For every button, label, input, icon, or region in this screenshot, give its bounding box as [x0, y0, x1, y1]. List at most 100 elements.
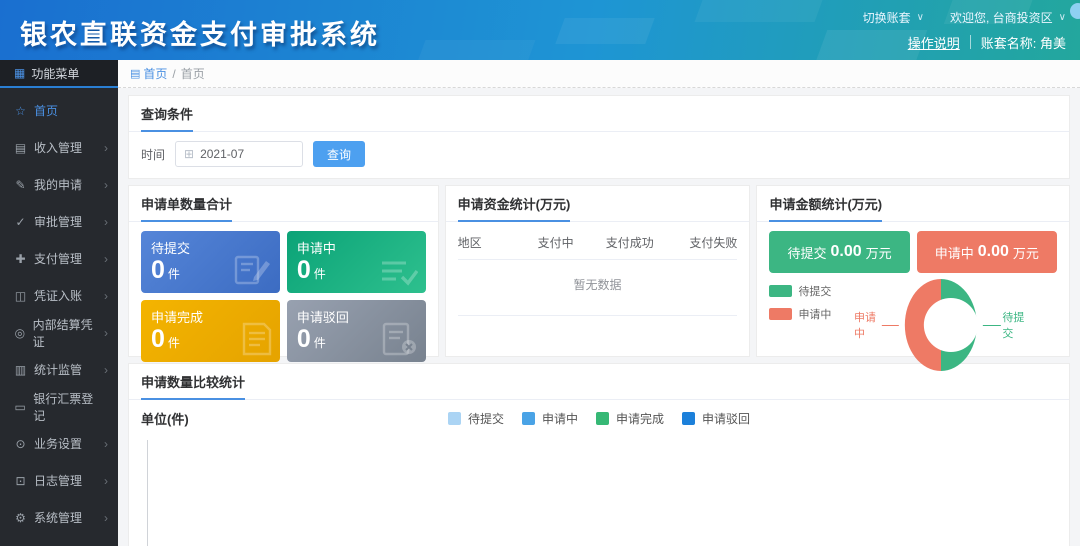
sidebar-item-label: 系统管理 — [34, 509, 82, 526]
sidebar-item-internal-settlement[interactable]: ◎ 内部结算凭证 › — [0, 314, 118, 351]
check-icon: ✓ — [14, 215, 27, 229]
header-decoration — [555, 18, 654, 44]
search-button[interactable]: 查询 — [313, 141, 365, 167]
sidebar: ▦ 功能菜单 ☆ 首页 ▤ 收入管理 › ✎ 我的申请 › ✓ 审批管理 › ✚… — [0, 60, 118, 546]
callout-label: 待提交 — [1002, 309, 1028, 341]
sidebar-item-statistics[interactable]: ▥ 统计监管 › — [0, 351, 118, 388]
chevron-down-icon[interactable]: ∨ — [1059, 12, 1066, 23]
stat-card-label: 申请中 — [297, 238, 416, 257]
sidebar-item-label: 收入管理 — [34, 139, 82, 156]
breadcrumb-home-link[interactable]: ▤ 首页 — [130, 65, 167, 82]
badge-label: 申请中 — [935, 243, 974, 262]
legend-swatch-blue — [522, 412, 535, 425]
doc-edit-icon — [234, 253, 272, 287]
floating-widget-button[interactable] — [1070, 3, 1080, 19]
summary-panel-title: 申请单数量合计 — [141, 194, 232, 222]
query-panel: 查询条件 时间 ⊞ 2021-07 查询 — [128, 95, 1070, 179]
chevron-right-icon: › — [104, 141, 108, 155]
star-icon: ☆ — [14, 104, 27, 118]
legend-item-completed[interactable]: 申请完成 — [596, 410, 664, 427]
briefcase-icon: ◫ — [14, 289, 27, 303]
header-user-area: 切换账套 ∨ 欢迎您, 台商投资区 ∨ 操作说明 账套名称: 角美 — [863, 6, 1066, 54]
query-panel-title: 查询条件 — [141, 104, 193, 132]
stat-card-value: 0 — [297, 256, 311, 284]
funds-panel-title: 申请资金统计(万元) — [458, 194, 571, 222]
donut-callout-in-progress: 申请中 — [854, 309, 899, 341]
legend-swatch-red — [769, 308, 792, 320]
breadcrumb-current-label: 首页 — [181, 65, 205, 82]
edit-square-icon: ⊡ — [14, 474, 27, 488]
legend-item-pending[interactable]: 待提交 — [769, 283, 831, 299]
list-check-icon — [380, 257, 418, 287]
stat-card-unit: 件 — [168, 267, 180, 281]
sidebar-item-label: 内部结算凭证 — [33, 316, 97, 350]
sidebar-item-income[interactable]: ▤ 收入管理 › — [0, 129, 118, 166]
sidebar-item-home[interactable]: ☆ 首页 — [0, 92, 118, 129]
plus-icon: ✚ — [14, 252, 27, 266]
stat-card-pending-submit[interactable]: 待提交 0件 — [141, 231, 280, 293]
chevron-right-icon: › — [104, 474, 108, 488]
in-progress-amount-badge[interactable]: 申请中 0.00 万元 — [917, 231, 1057, 273]
sidebar-item-label: 首页 — [34, 102, 58, 119]
gear-icon: ⚙ — [14, 511, 27, 525]
stat-card-rejected[interactable]: 申请驳回 0件 — [287, 300, 426, 362]
breadcrumb-separator: / — [172, 67, 175, 81]
stat-card-unit: 件 — [314, 267, 326, 281]
sidebar-item-payment[interactable]: ✚ 支付管理 › — [0, 240, 118, 277]
legend-item-rejected[interactable]: 申请驳回 — [682, 410, 750, 427]
stat-card-in-progress[interactable]: 申请中 0件 — [287, 231, 426, 293]
pending-amount-badge[interactable]: 待提交 0.00 万元 — [769, 231, 909, 273]
bar-chart-legend: 待提交 申请中 申请完成 申请驳回 — [141, 406, 1057, 427]
badge-value: 0.00 — [831, 243, 862, 261]
header-decoration — [695, 0, 826, 22]
legend-item-in-progress[interactable]: 申请中 — [522, 410, 578, 427]
sidebar-item-system-management[interactable]: ⚙ 系统管理 › — [0, 499, 118, 536]
app-title: 银农直联资金支付审批系统 — [20, 13, 380, 52]
chevron-right-icon: › — [104, 178, 108, 192]
sidebar-item-my-applications[interactable]: ✎ 我的申请 › — [0, 166, 118, 203]
summary-panel: 申请单数量合计 待提交 0件 — [128, 185, 439, 357]
month-picker-input[interactable]: ⊞ 2021-07 — [175, 141, 303, 167]
sidebar-item-bank-draft[interactable]: ▭ 银行汇票登记 — [0, 388, 118, 425]
sidebar-item-business-settings[interactable]: ⊙ 业务设置 › — [0, 425, 118, 462]
app-header: 银农直联资金支付审批系统 切换账套 ∨ 欢迎您, 台商投资区 ∨ 操作说明 账套… — [0, 0, 1080, 60]
stat-card-completed[interactable]: 申请完成 0件 — [141, 300, 280, 362]
chevron-right-icon: › — [104, 437, 108, 451]
legend-label: 申请中 — [542, 410, 578, 427]
legend-item-in-progress[interactable]: 申请中 — [769, 306, 831, 322]
comparison-chart-panel: 申请数量比较统计 单位(件) 待提交 申请中 申请完成 — [128, 363, 1070, 546]
sidebar-item-label: 银行汇票登记 — [33, 390, 101, 424]
chevron-right-icon: › — [104, 326, 108, 340]
chevron-right-icon: › — [104, 289, 108, 303]
sidebar-menu: ☆ 首页 ▤ 收入管理 › ✎ 我的申请 › ✓ 审批管理 › ✚ 支付管理 ›… — [0, 88, 118, 536]
operation-guide-link[interactable]: 操作说明 — [908, 33, 960, 52]
chevron-down-icon[interactable]: ∨ — [917, 12, 924, 23]
switch-account-button[interactable]: 切换账套 — [863, 9, 911, 26]
funds-table-header: 地区 支付中 支付成功 支付失败 — [458, 226, 738, 259]
chevron-right-icon: › — [104, 363, 108, 377]
column-pay-success: 支付成功 — [592, 234, 668, 251]
sidebar-item-label: 业务设置 — [34, 435, 82, 452]
sidebar-item-approval[interactable]: ✓ 审批管理 › — [0, 203, 118, 240]
stat-card-value: 0 — [151, 325, 165, 353]
welcome-text[interactable]: 欢迎您, 台商投资区 — [950, 9, 1053, 26]
callout-line — [882, 325, 899, 326]
callout-line — [983, 325, 1000, 326]
column-pay-failed: 支付失败 — [667, 234, 737, 251]
link-icon: ⊙ — [14, 437, 27, 451]
chevron-right-icon: › — [104, 252, 108, 266]
empty-data-text: 暂无数据 — [458, 259, 738, 316]
legend-label: 待提交 — [468, 410, 504, 427]
sidebar-item-label: 统计监管 — [34, 361, 82, 378]
time-label: 时间 — [141, 146, 165, 163]
donut-chart-area: 待提交 申请中 申请中 — [757, 277, 1069, 373]
page-icon: ▤ — [130, 67, 140, 80]
funds-table: 地区 支付中 支付成功 支付失败 暂无数据 — [446, 222, 750, 316]
sidebar-item-log-management[interactable]: ⊡ 日志管理 › — [0, 462, 118, 499]
amount-panel-title: 申请金额统计(万元) — [769, 194, 882, 222]
sidebar-item-voucher-entry[interactable]: ◫ 凭证入账 › — [0, 277, 118, 314]
pie-legend: 待提交 申请中 — [769, 283, 831, 322]
legend-item-pending-submit[interactable]: 待提交 — [448, 410, 504, 427]
sidebar-item-label: 日志管理 — [34, 472, 82, 489]
donut-chart[interactable] — [905, 279, 977, 371]
